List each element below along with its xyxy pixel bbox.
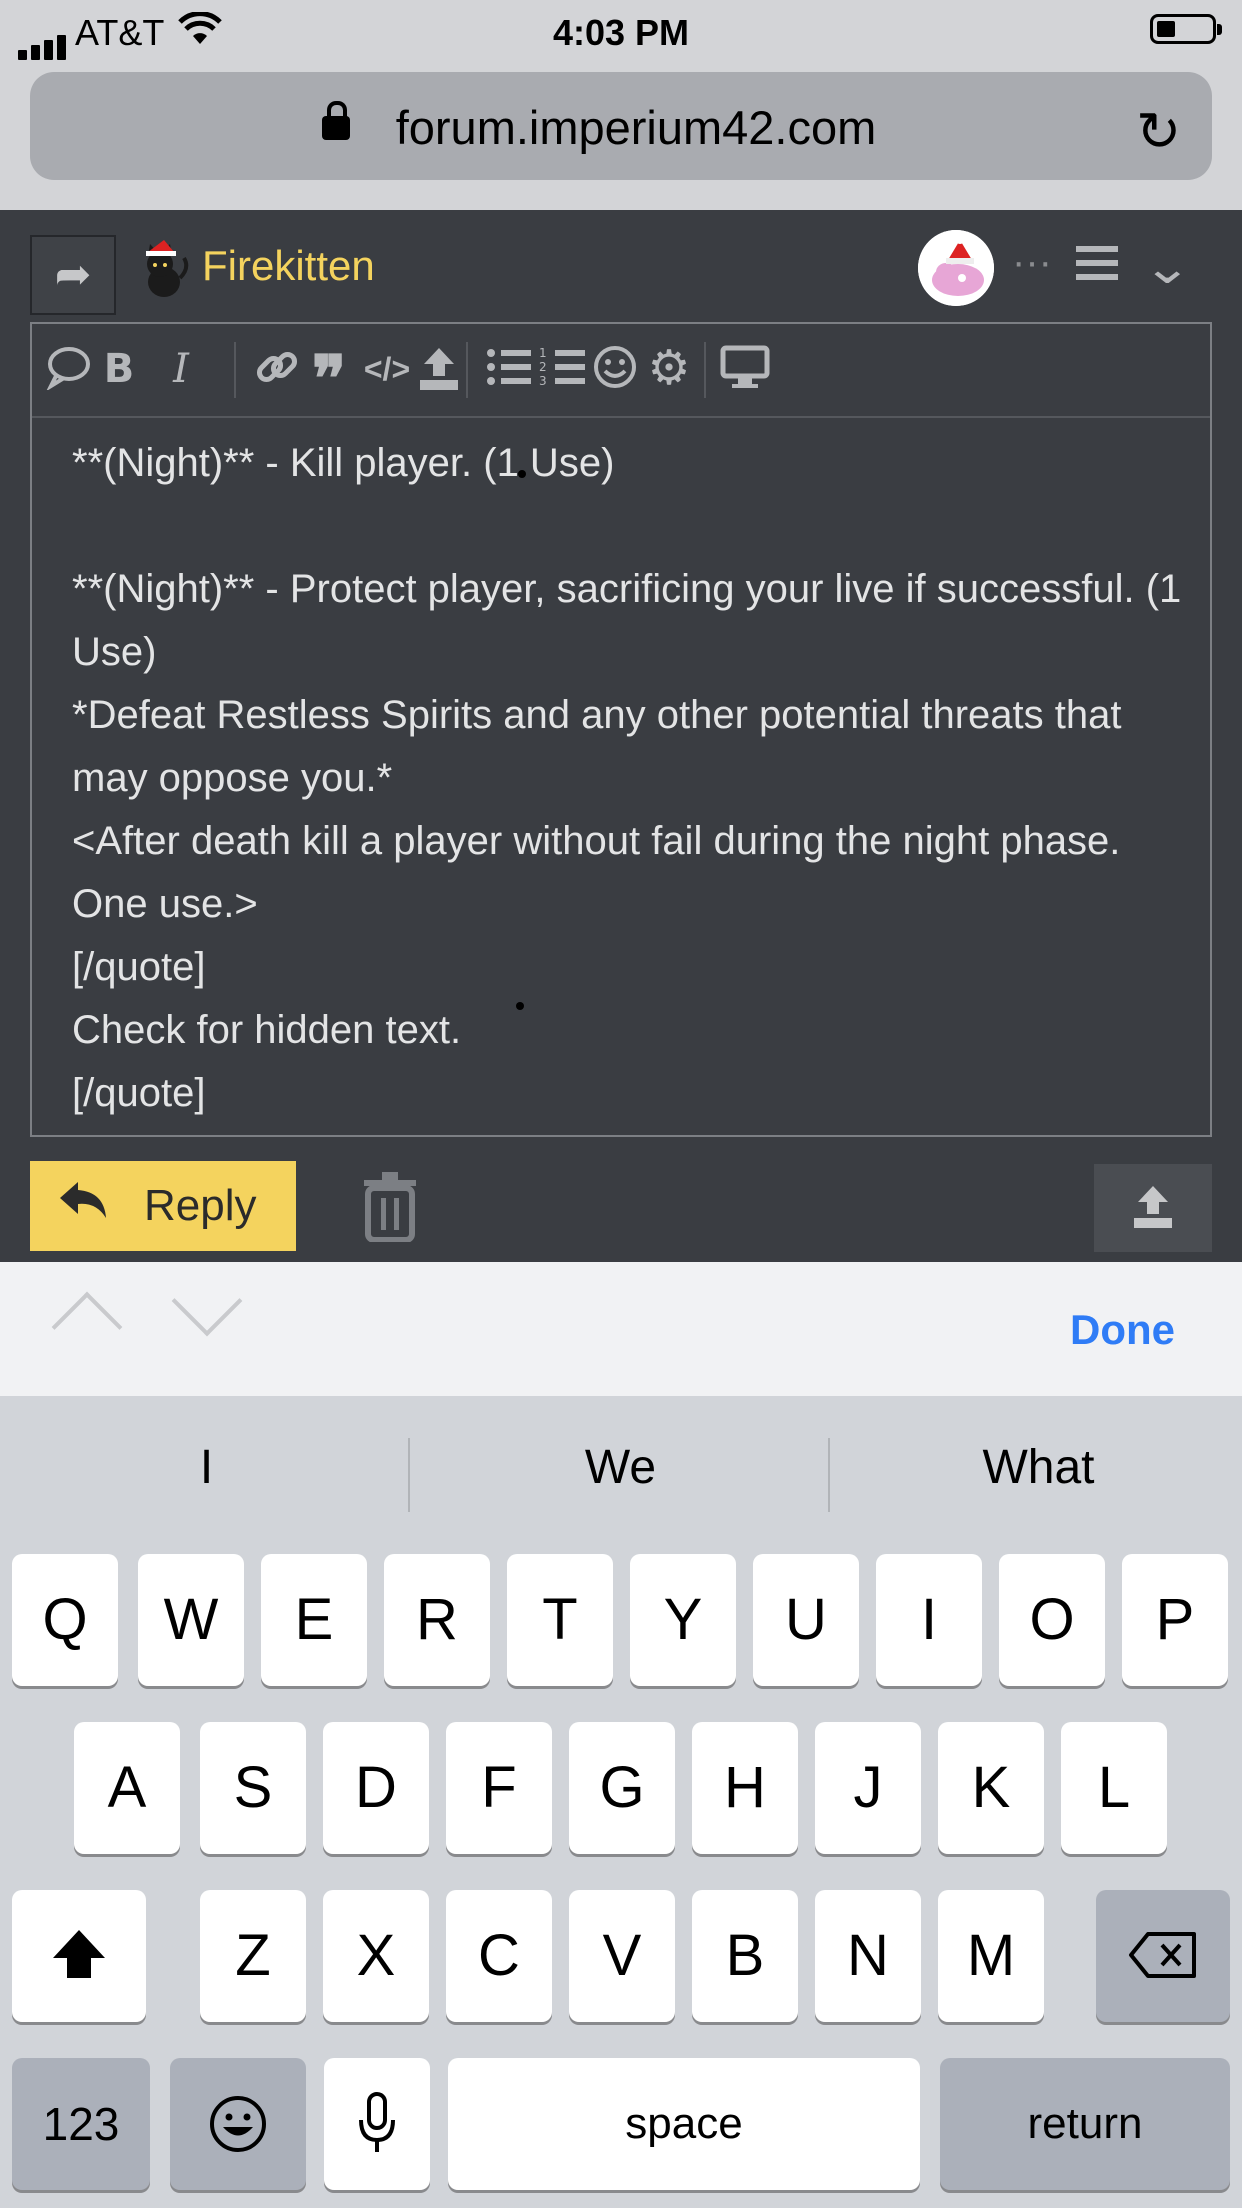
shift-key[interactable]: [12, 1890, 146, 2022]
key-a[interactable]: A: [74, 1722, 180, 1854]
battery-icon: [1150, 14, 1222, 44]
previous-field-chevron-up-icon[interactable]: [51, 1291, 123, 1363]
suggestion-divider: [828, 1438, 830, 1512]
link-icon[interactable]: [252, 344, 302, 394]
key-s[interactable]: S: [200, 1722, 306, 1854]
key-m[interactable]: M: [938, 1890, 1044, 2022]
gear-icon[interactable]: ⚙: [644, 344, 694, 394]
hamburger-menu-icon[interactable]: [1076, 246, 1118, 288]
key-w[interactable]: W: [138, 1554, 244, 1686]
shift-arrow-icon: [53, 1930, 105, 1978]
key-h[interactable]: H: [692, 1722, 798, 1854]
user-avatar[interactable]: [134, 238, 190, 298]
status-bar: AT&T 4:03 PM: [0, 0, 1242, 62]
more-icon[interactable]: ···: [1012, 240, 1052, 285]
key-z[interactable]: Z: [200, 1890, 306, 2022]
space-key[interactable]: space: [448, 2058, 920, 2190]
key-l[interactable]: L: [1061, 1722, 1167, 1854]
key-t[interactable]: T: [507, 1554, 613, 1686]
key-g[interactable]: G: [569, 1722, 675, 1854]
key-j[interactable]: J: [815, 1722, 921, 1854]
upload-icon[interactable]: [414, 344, 464, 394]
svg-text:1: 1: [539, 346, 547, 360]
key-b[interactable]: B: [692, 1890, 798, 2022]
chevron-down-icon[interactable]: ⌄: [1142, 240, 1192, 294]
reply-button[interactable]: Reply: [30, 1161, 296, 1251]
share-button[interactable]: ➦: [30, 235, 116, 315]
toolbar-divider: [704, 342, 706, 398]
lock-icon: [322, 101, 350, 140]
suggestion-3[interactable]: What: [832, 1440, 1242, 1495]
suggestion-divider: [408, 1438, 410, 1512]
editor-toolbar: B I ❞ </> 123 ⚙: [32, 324, 1210, 418]
post-text-area[interactable]: **(Night)** - Kill player. (1 Use) **(Ni…: [72, 432, 1182, 1125]
key-e[interactable]: E: [261, 1554, 367, 1686]
suggestion-1[interactable]: I: [0, 1440, 413, 1495]
numbered-list-icon[interactable]: 123: [538, 344, 588, 394]
toolbar-divider: [466, 342, 468, 398]
done-button[interactable]: Done: [1070, 1306, 1175, 1354]
address-bar[interactable]: forum.imperium42.com ↻: [30, 72, 1212, 180]
key-o[interactable]: O: [999, 1554, 1105, 1686]
quote-icon[interactable]: ❞: [304, 344, 354, 414]
keyboard-accessory-bar: Done: [0, 1262, 1242, 1396]
emoji-icon[interactable]: [590, 344, 640, 394]
suggestion-2[interactable]: We: [414, 1440, 827, 1495]
trash-icon[interactable]: [360, 1170, 420, 1243]
key-r[interactable]: R: [384, 1554, 490, 1686]
reply-arrow-icon: [58, 1175, 110, 1235]
key-x[interactable]: X: [323, 1890, 429, 2022]
microphone-icon: [359, 2092, 395, 2152]
emoji-key[interactable]: [170, 2058, 306, 2190]
keyboard: I We What Q W E R T Y U I O P A S D F G …: [0, 1396, 1242, 2208]
backspace-key[interactable]: [1096, 1890, 1230, 2022]
italic-icon[interactable]: I: [156, 344, 206, 394]
key-u[interactable]: U: [753, 1554, 859, 1686]
key-y[interactable]: Y: [630, 1554, 736, 1686]
toolbar-divider: [234, 342, 236, 398]
dictation-key[interactable]: [324, 2058, 430, 2190]
numbers-key[interactable]: 123: [12, 2058, 150, 2190]
bold-icon[interactable]: B: [94, 344, 144, 394]
reload-icon[interactable]: ↻: [1136, 100, 1181, 163]
key-k[interactable]: K: [938, 1722, 1044, 1854]
key-d[interactable]: D: [323, 1722, 429, 1854]
emoji-icon: [210, 2096, 266, 2152]
username[interactable]: Firekitten: [202, 242, 375, 290]
key-c[interactable]: C: [446, 1890, 552, 2022]
speech-bubble-icon[interactable]: [44, 344, 94, 394]
reply-label: Reply: [144, 1181, 257, 1230]
share-arrow-icon: ➦: [54, 250, 92, 299]
text-cursor: [516, 1002, 524, 1010]
key-n[interactable]: N: [815, 1890, 921, 2022]
upload-icon: [1134, 1186, 1172, 1228]
key-v[interactable]: V: [569, 1890, 675, 2022]
key-q[interactable]: Q: [12, 1554, 118, 1686]
key-i[interactable]: I: [876, 1554, 982, 1686]
upload-button[interactable]: [1094, 1164, 1212, 1252]
key-f[interactable]: F: [446, 1722, 552, 1854]
key-p[interactable]: P: [1122, 1554, 1228, 1686]
composer: B I ❞ </> 123 ⚙ **(Night)** - Kill playe…: [30, 322, 1212, 1137]
browser-toolbar: forum.imperium42.com ↻: [0, 62, 1242, 210]
url-text[interactable]: forum.imperium42.com: [30, 100, 1212, 155]
preview-icon[interactable]: [720, 344, 770, 394]
code-icon[interactable]: </>: [362, 344, 412, 394]
current-user-avatar[interactable]: [918, 230, 994, 306]
next-field-chevron-down-icon[interactable]: [171, 1265, 243, 1337]
svg-text:3: 3: [539, 374, 547, 388]
return-key[interactable]: return: [940, 2058, 1230, 2190]
reply-header: ➦ Firekitten ··· ⌄: [0, 210, 1242, 315]
svg-text:2: 2: [539, 360, 547, 374]
bullet-list-icon[interactable]: [484, 344, 534, 394]
text-cursor: [518, 470, 526, 478]
backspace-icon: [1129, 1932, 1196, 1978]
clock: 4:03 PM: [552, 12, 690, 53]
